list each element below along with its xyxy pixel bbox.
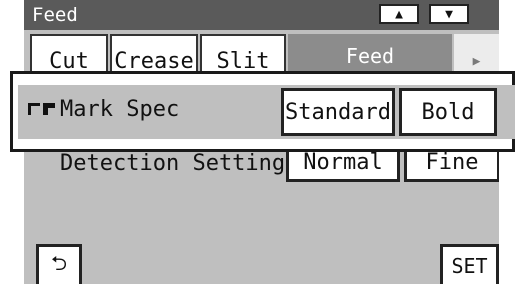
mark-spec-standard-button[interactable]: Standard [281, 88, 395, 136]
back-button[interactable]: ⮌ [36, 244, 82, 284]
set-button[interactable]: SET [440, 244, 499, 284]
scroll-up-button[interactable]: ▲ [379, 4, 419, 24]
tab-crease[interactable]: Crease [110, 34, 198, 74]
return-arrow-icon: ⮌ [50, 250, 68, 275]
triangle-down-icon: ▼ [445, 6, 453, 22]
mark-spec-standard-label: Standard [285, 99, 391, 125]
detection-normal-label: Normal [303, 150, 383, 175]
set-button-label: SET [451, 253, 488, 278]
tab-cut[interactable]: Cut [30, 34, 108, 74]
scroll-down-button[interactable]: ▼ [429, 4, 469, 24]
window-title: Feed [32, 4, 78, 26]
tab-scroll-right-button[interactable]: ▶ [454, 34, 499, 74]
detection-fine-label: Fine [425, 150, 479, 175]
tab-feed[interactable]: Feed [288, 34, 452, 74]
thin-corner-mark-icon [28, 103, 40, 115]
mark-spec-bold-button[interactable]: Bold [399, 88, 497, 136]
tab-slit[interactable]: Slit [200, 34, 286, 74]
tab-feed-label: Feed [345, 44, 395, 68]
mark-spec-label: Mark Spec [60, 97, 180, 122]
title-bar: Feed ▲ ▼ [24, 0, 499, 30]
triangle-up-icon: ▲ [395, 6, 403, 22]
mark-spec-bold-label: Bold [421, 99, 475, 125]
bold-corner-mark-icon [43, 103, 55, 115]
detection-setting-label: Detection Setting [60, 151, 286, 176]
mark-spec-row: Mark Spec Standard Bold [18, 85, 515, 139]
